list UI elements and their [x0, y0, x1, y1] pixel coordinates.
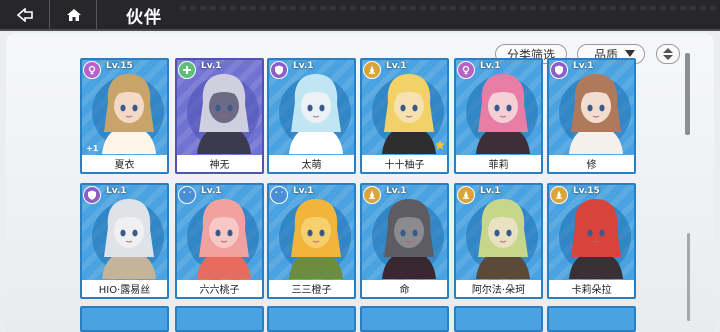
- partner-name: HIO·露易丝: [82, 280, 167, 297]
- level-label: Lv.1: [573, 61, 594, 71]
- character-portrait: [102, 199, 156, 279]
- partner-card-partial[interactable]: [454, 306, 543, 332]
- partner-name: 十十柚子: [362, 155, 447, 172]
- partner-card[interactable]: Lv.1 阿尔法·朵珂: [454, 183, 543, 299]
- back-arrow-icon: [16, 7, 33, 22]
- partner-card[interactable]: Lv.1 神无: [175, 58, 264, 174]
- scrollbar-thumb[interactable]: [685, 53, 690, 135]
- character-portrait: [197, 74, 251, 154]
- partner-card[interactable]: Lv.1 修: [547, 58, 636, 174]
- class-icon: [178, 61, 196, 79]
- class-icon: [457, 61, 475, 79]
- partner-card[interactable]: Lv.1 十十柚子: [360, 58, 449, 174]
- class-icon: [550, 186, 568, 204]
- level-label: Lv.1: [386, 61, 407, 71]
- level-label: Lv.1: [201, 61, 222, 71]
- class-icon: [83, 61, 101, 79]
- level-label: Lv.1: [386, 186, 407, 196]
- class-icon: [363, 186, 381, 204]
- level-label: Lv.1: [106, 186, 127, 196]
- class-icon: [363, 61, 381, 79]
- class-icon: [550, 61, 568, 79]
- partner-card[interactable]: Lv.15 夏衣 +1: [80, 58, 169, 174]
- partner-card-partial[interactable]: [267, 306, 356, 332]
- chevron-down-icon: [625, 50, 635, 57]
- class-icon: [270, 186, 288, 204]
- partner-name: 六六桃子: [177, 280, 262, 297]
- back-button[interactable]: [0, 0, 50, 29]
- class-icon: [457, 186, 475, 204]
- partner-card-partial[interactable]: [80, 306, 169, 332]
- home-icon: [66, 8, 81, 21]
- page-title: 伙伴: [126, 8, 162, 28]
- top-bar: 伙伴: [0, 0, 720, 31]
- level-label: Lv.1: [293, 61, 314, 71]
- partner-card[interactable]: Lv.1 太萌: [267, 58, 356, 174]
- partner-name: 菲莉: [456, 155, 541, 172]
- class-icon: [178, 186, 196, 204]
- character-portrait: [382, 199, 436, 279]
- level-label: Lv.1: [480, 61, 501, 71]
- partner-name: 神无: [177, 155, 262, 172]
- character-portrait: [382, 74, 436, 154]
- character-portrait: [476, 74, 530, 154]
- partner-name: 命: [362, 280, 447, 297]
- partner-name: 太萌: [269, 155, 354, 172]
- upgrade-count-badge: +1: [86, 144, 99, 153]
- star-icon: [435, 135, 445, 154]
- partner-name: 夏衣: [82, 155, 167, 172]
- level-label: Lv.1: [480, 186, 501, 196]
- scrollbar-track[interactable]: [687, 233, 690, 321]
- character-portrait: [289, 199, 343, 279]
- partner-card[interactable]: Lv.1 三三橙子: [267, 183, 356, 299]
- character-portrait: [476, 199, 530, 279]
- character-portrait: [197, 199, 251, 279]
- partner-name: 修: [549, 155, 634, 172]
- partner-card-partial[interactable]: [175, 306, 264, 332]
- character-portrait: [102, 74, 156, 154]
- class-icon: [270, 61, 288, 79]
- partner-name: 卡莉朵拉: [549, 280, 634, 297]
- partner-card[interactable]: Lv.1 命: [360, 183, 449, 299]
- character-portrait: [569, 199, 623, 279]
- character-portrait: [289, 74, 343, 154]
- partner-card[interactable]: Lv.15 卡莉朵拉: [547, 183, 636, 299]
- level-label: Lv.1: [201, 186, 222, 196]
- class-icon: [83, 186, 101, 204]
- partner-name: 阿尔法·朵珂: [456, 280, 541, 297]
- partner-card[interactable]: Lv.1 菲莉: [454, 58, 543, 174]
- partner-card-partial[interactable]: [360, 306, 449, 332]
- partner-name: 三三橙子: [269, 280, 354, 297]
- level-label: Lv.15: [573, 186, 600, 196]
- level-label: Lv.1: [293, 186, 314, 196]
- partner-card[interactable]: Lv.1 六六桃子: [175, 183, 264, 299]
- home-button[interactable]: [51, 0, 97, 29]
- partner-card[interactable]: Lv.1 HIO·露易丝: [80, 183, 169, 299]
- character-portrait: [569, 74, 623, 154]
- header-decoration: [180, 6, 720, 10]
- partner-grid: Lv.15 夏衣 +1 Lv.1 神无 Lv.1 太萌 Lv.1 十十柚子 Lv.1 菲莉 Lv.1 修…: [80, 58, 680, 332]
- level-label: Lv.15: [106, 61, 133, 71]
- partner-card-partial[interactable]: [547, 306, 636, 332]
